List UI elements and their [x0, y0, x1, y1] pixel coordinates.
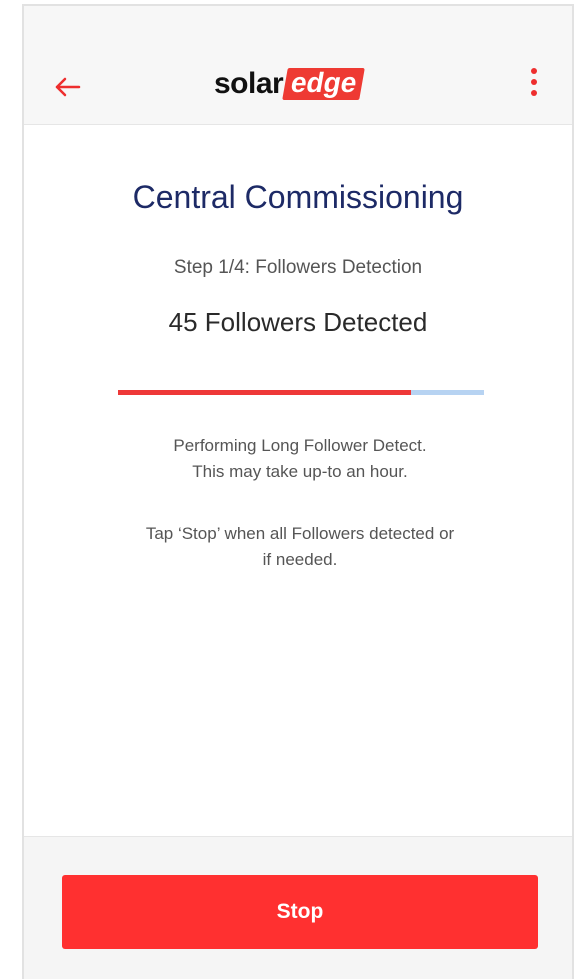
progress-fill	[118, 390, 411, 395]
stop-hint-message: Tap ‘Stop’ when all Followers detected o…	[84, 521, 516, 573]
footer: Stop	[24, 836, 572, 979]
status-message-line-1: Performing Long Follower Detect.	[173, 436, 427, 455]
status-message: Performing Long Follower Detect. This ma…	[84, 433, 516, 485]
detection-progress-bar	[118, 390, 484, 395]
page-title: Central Commissioning	[132, 179, 464, 215]
stop-hint-line-1: Tap ‘Stop’ when all Followers detected o…	[145, 524, 455, 543]
app-header: solar edge	[24, 6, 572, 125]
status-message-line-2: This may take up-to an hour.	[192, 462, 408, 481]
step-label: Step 1/4: Followers Detection	[173, 257, 423, 278]
stop-button[interactable]: Stop	[62, 875, 538, 949]
solaredge-logo: solar edge	[214, 66, 366, 102]
app-screen: solar edge Central Commissioning Step 1/…	[22, 4, 574, 979]
logo-text-edge: edge	[282, 67, 366, 100]
back-button[interactable]	[50, 70, 84, 104]
arrow-left-icon	[55, 77, 81, 97]
more-vertical-icon[interactable]	[526, 68, 542, 104]
logo-text-solar: solar	[214, 67, 284, 100]
main-content: Central Commissioning Step 1/4: Follower…	[24, 125, 572, 836]
stop-hint-line-2: if needed.	[262, 550, 338, 569]
followers-detected-count: 45 Followers Detected	[168, 307, 428, 337]
